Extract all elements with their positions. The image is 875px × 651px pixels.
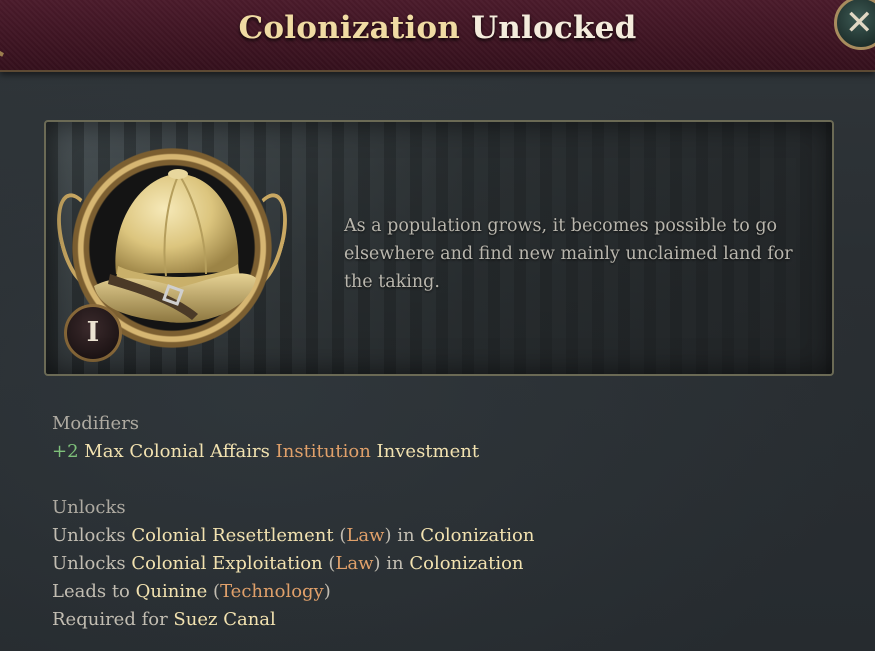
- emblem-ornament-left: [48, 188, 114, 294]
- modifier-text-suffix: Investment: [376, 441, 480, 462]
- panel-title: Colonization Unlocked: [0, 10, 875, 46]
- emblem-ring: [72, 148, 272, 348]
- unlock-item: Unlocks Colonial Resettlement (Law) in C…: [52, 525, 535, 546]
- unlock-item: Leads to Quinine (Technology): [52, 581, 331, 602]
- technology-emblem: [48, 148, 296, 348]
- law-group-link[interactable]: Colonization: [409, 553, 523, 574]
- technology-illustration-card: I As a population grows, it becomes poss…: [44, 120, 834, 376]
- technology-link[interactable]: Quinine: [136, 581, 208, 602]
- modifier-value: +2: [52, 441, 79, 462]
- law-type-link[interactable]: Law: [335, 553, 373, 574]
- title-technology-name: Colonization: [238, 10, 461, 46]
- unlock-prefix: Leads to: [52, 581, 130, 602]
- panel-header: Colonization Unlocked ✕: [0, 0, 875, 72]
- close-icon: ✕: [845, 3, 874, 43]
- law-link[interactable]: Colonial Exploitation: [131, 553, 322, 574]
- unlock-prefix: Unlocks: [52, 525, 126, 546]
- building-link[interactable]: Suez Canal: [173, 609, 275, 630]
- technology-type-link[interactable]: Technology: [220, 581, 324, 602]
- pith-helmet-icon: [94, 169, 256, 323]
- modifiers-heading: Modifiers: [52, 413, 140, 434]
- emblem-ornament-right: [230, 188, 296, 294]
- modifier-line: +2 Max Colonial Affairs Institution Inve…: [52, 441, 479, 462]
- unlock-prefix: Unlocks: [52, 553, 126, 574]
- title-status: Unlocked: [471, 10, 637, 46]
- technology-era-badge: I: [64, 304, 122, 362]
- unlock-item: Required for Suez Canal: [52, 609, 276, 630]
- unlock-prefix: Required for: [52, 609, 168, 630]
- unlock-joiner: in: [386, 553, 404, 574]
- technology-unlocked-panel: Colonization Unlocked ✕ I As a populatio…: [0, 0, 875, 651]
- law-link[interactable]: Colonial Resettlement: [131, 525, 333, 546]
- unlock-joiner: in: [397, 525, 415, 546]
- law-group-link[interactable]: Colonization: [420, 525, 534, 546]
- modifier-text: Max Colonial Affairs: [84, 441, 270, 462]
- unlocks-heading: Unlocks: [52, 497, 126, 518]
- institution-link[interactable]: Institution: [276, 441, 371, 462]
- unlock-item: Unlocks Colonial Exploitation (Law) in C…: [52, 553, 524, 574]
- technology-description: As a population grows, it becomes possib…: [344, 216, 793, 292]
- law-type-link[interactable]: Law: [346, 525, 384, 546]
